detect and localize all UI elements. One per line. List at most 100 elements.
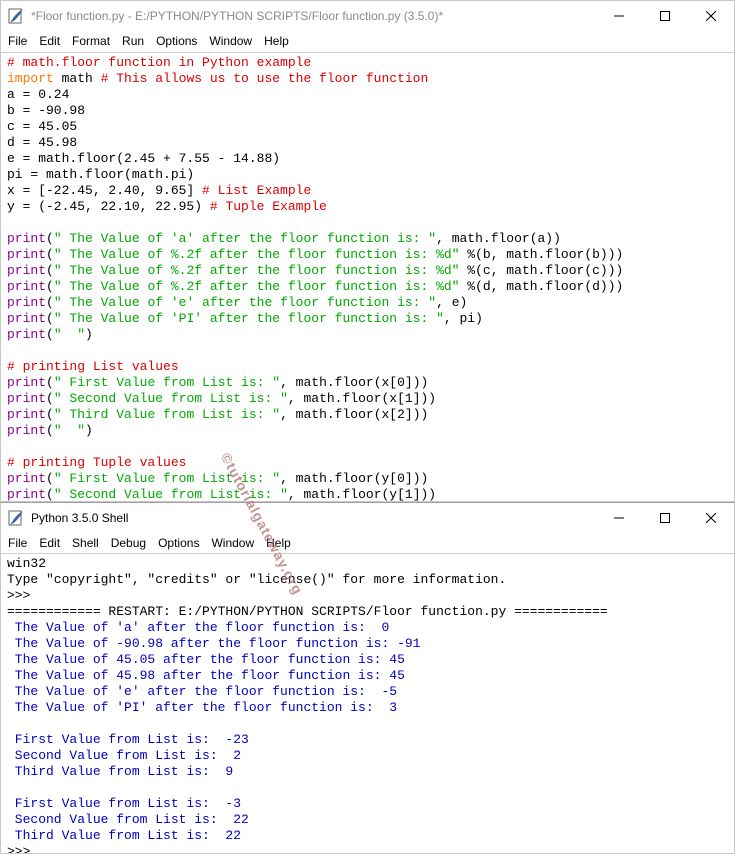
shell-title-bar[interactable]: Python 3.5.0 Shell: [1, 503, 734, 533]
shell-minimize-button[interactable]: [596, 503, 642, 533]
editor-line: # printing List values: [1, 359, 734, 375]
shell-line: [1, 716, 734, 732]
editor-token: " ": [53, 423, 86, 438]
editor-menu-run[interactable]: Run: [116, 31, 150, 51]
editor-token: " First Value from List is: ": [53, 375, 281, 390]
editor-token: , math.floor(x[1])): [287, 391, 437, 406]
shell-token: The Value of 'PI' after the floor functi…: [7, 700, 398, 715]
editor-token: (: [46, 407, 54, 422]
shell-token: [7, 716, 30, 731]
editor-token: b = -90.98: [7, 103, 86, 118]
shell-menu-options[interactable]: Options: [152, 533, 205, 553]
editor-token: " First Value from List is: ": [53, 471, 281, 486]
shell-menu-edit[interactable]: Edit: [33, 533, 66, 553]
shell-menu-window[interactable]: Window: [205, 533, 260, 553]
editor-menu-bar: File Edit Format Run Options Window Help: [1, 31, 734, 51]
editor-line: print(" Second Value from List is: ", ma…: [1, 487, 734, 502]
editor-token: (: [46, 247, 54, 262]
editor-token: # printing Tuple values: [7, 455, 187, 470]
shell-line: Third Value from List is: 22: [1, 828, 734, 844]
shell-token: >>>: [7, 844, 39, 854]
editor-token: (: [46, 311, 54, 326]
shell-token: ============ RESTART: E:/PYTHON/PYTHON S…: [7, 604, 608, 619]
editor-token: # List Example: [202, 183, 312, 198]
editor-menu-help[interactable]: Help: [258, 31, 295, 51]
editor-token: " The Value of %.2f after the floor func…: [53, 247, 460, 262]
shell-line: The Value of 'a' after the floor functio…: [1, 620, 734, 636]
editor-line: # math.floor function in Python example: [1, 55, 734, 71]
editor-title-bar[interactable]: *Floor function.py - E:/PYTHON/PYTHON SC…: [1, 1, 734, 31]
editor-token: # printing List values: [7, 359, 179, 374]
shell-token: Third Value from List is: 22: [7, 828, 242, 843]
editor-token: d = 45.98: [7, 135, 78, 150]
shell-window: Python 3.5.0 Shell File Edit Shell Debug Opt…: [0, 502, 735, 854]
shell-token: The Value of 45.05 after the floor funct…: [7, 652, 405, 667]
editor-token: , math.floor(x[0])): [280, 375, 429, 390]
editor-line: import math # This allows us to use the …: [1, 71, 734, 87]
editor-code-area[interactable]: # math.floor function in Python example i…: [1, 52, 734, 501]
shell-menu-debug[interactable]: Debug: [105, 533, 152, 553]
maximize-icon: [660, 11, 670, 21]
idle-feather-icon: [8, 8, 23, 24]
editor-token: # math.floor function in Python example: [7, 55, 312, 70]
editor-token: c = 45.05: [7, 119, 78, 134]
close-icon: [706, 11, 716, 21]
shell-output-area[interactable]: win32 Type "copyright", "credits" or "lic…: [1, 553, 734, 853]
editor-token: " The Value of 'PI' after the floor func…: [53, 311, 444, 326]
editor-token: print: [7, 295, 47, 310]
editor-token: e = math.floor(2.45 + 7.55 - 14.88): [7, 151, 281, 166]
editor-token: print: [7, 423, 47, 438]
maximize-icon: [660, 513, 670, 523]
editor-menu-edit[interactable]: Edit: [33, 31, 66, 51]
editor-menu-options[interactable]: Options: [150, 31, 203, 51]
editor-menu-window[interactable]: Window: [203, 31, 258, 51]
editor-token: import: [7, 71, 54, 86]
shell-maximize-button[interactable]: [642, 503, 688, 533]
editor-token: " Second Value from List is: ": [53, 391, 288, 406]
editor-line: print(" Third Value from List is: ", mat…: [1, 407, 734, 423]
editor-line: pi = math.floor(math.pi): [1, 167, 734, 183]
shell-token: Second Value from List is: 2: [7, 748, 242, 763]
shell-close-button[interactable]: [688, 503, 734, 533]
shell-menu-help[interactable]: Help: [260, 533, 297, 553]
editor-token: (: [46, 391, 54, 406]
editor-line: a = 0.24: [1, 87, 734, 103]
editor-window: *Floor function.py - E:/PYTHON/PYTHON SC…: [0, 0, 735, 502]
shell-title: Python 3.5.0 Shell: [31, 511, 129, 525]
shell-line: The Value of 45.98 after the floor funct…: [1, 668, 734, 684]
editor-line: print(" Second Value from List is: ", ma…: [1, 391, 734, 407]
editor-token: , pi): [443, 311, 483, 326]
shell-token: Second Value from List is: 22: [7, 812, 249, 827]
editor-maximize-button[interactable]: [642, 1, 688, 31]
editor-line: b = -90.98: [1, 103, 734, 119]
shell-line: Second Value from List is: 2: [1, 748, 734, 764]
shell-token: Type "copyright", "credits" or "license(…: [7, 572, 507, 587]
shell-token: The Value of 'e' after the floor functio…: [7, 684, 398, 699]
editor-token: a = 0.24: [7, 87, 70, 102]
editor-minimize-button[interactable]: [596, 1, 642, 31]
close-icon: [706, 513, 716, 523]
editor-token: , math.floor(y[0])): [280, 471, 429, 486]
shell-menu-file[interactable]: File: [1, 533, 33, 553]
editor-close-button[interactable]: [688, 1, 734, 31]
shell-line: Type "copyright", "credits" or "license(…: [1, 572, 734, 588]
shell-menu-shell[interactable]: Shell: [66, 533, 105, 553]
editor-menu-file[interactable]: File: [1, 31, 33, 51]
editor-menu-format[interactable]: Format: [66, 31, 116, 51]
editor-token: , e): [436, 295, 468, 310]
editor-line: print(" "): [1, 423, 734, 439]
editor-token: %(d, math.floor(d))): [459, 279, 624, 294]
editor-token: print: [7, 279, 47, 294]
editor-line: print(" "): [1, 327, 734, 343]
editor-token: y = (-2.45, 22.10, 22.95): [7, 199, 210, 214]
editor-token: print: [7, 327, 47, 342]
editor-token: ): [85, 423, 93, 438]
editor-token: (: [46, 487, 54, 502]
editor-token: " ": [53, 327, 86, 342]
editor-token: " The Value of 'a' after the floor funct…: [53, 231, 437, 246]
shell-line: The Value of 45.05 after the floor funct…: [1, 652, 734, 668]
shell-line: First Value from List is: -3: [1, 796, 734, 812]
editor-token: x = [-22.45, 2.40, 9.65]: [7, 183, 203, 198]
